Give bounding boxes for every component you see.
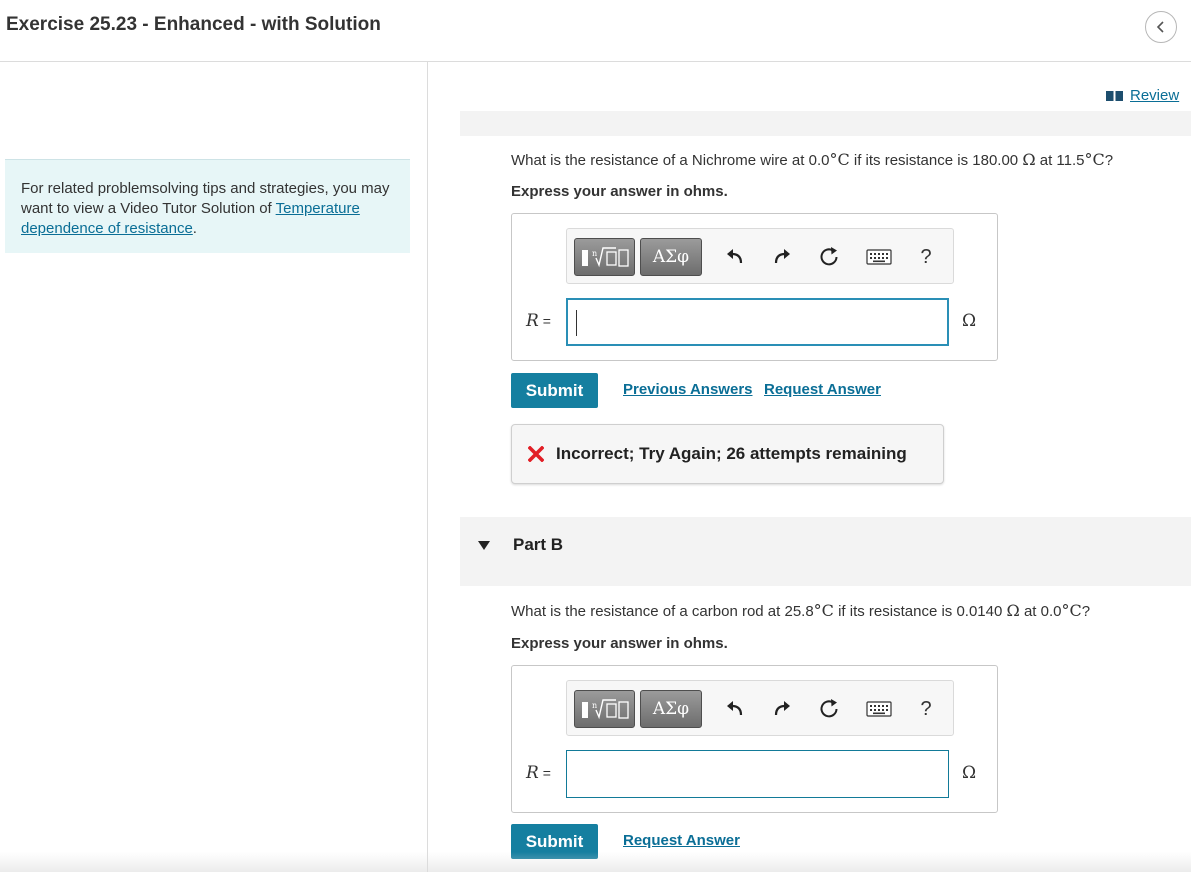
feedback-text: Incorrect; Try Again; 26 attempts remain… bbox=[556, 444, 907, 463]
review-label: Review bbox=[1130, 87, 1180, 104]
reset-button[interactable] bbox=[816, 696, 842, 722]
svg-text:n: n bbox=[592, 701, 597, 710]
math-toolbar: n ΑΣφ ? bbox=[566, 228, 954, 284]
reset-icon bbox=[820, 699, 838, 718]
keyboard-icon bbox=[866, 701, 892, 717]
undo-icon bbox=[727, 249, 743, 264]
book-icon bbox=[1106, 90, 1123, 101]
undo-button[interactable] bbox=[722, 696, 748, 722]
reset-button[interactable] bbox=[816, 244, 842, 270]
review-link[interactable]: Review bbox=[1106, 87, 1179, 104]
help-button[interactable]: ? bbox=[913, 244, 939, 270]
svg-text:n: n bbox=[592, 249, 597, 258]
tip-end: . bbox=[192, 220, 197, 237]
redo-icon bbox=[774, 249, 790, 264]
part-b-header[interactable] bbox=[460, 517, 1191, 586]
part-b-question: What is the resistance of a carbon rod a… bbox=[511, 601, 1091, 620]
keyboard-icon bbox=[866, 249, 892, 265]
text-caret bbox=[576, 310, 577, 336]
math-toolbar: n ΑΣφ ? bbox=[566, 680, 954, 736]
templates-icon: n bbox=[581, 247, 629, 268]
part-a-answer-input[interactable] bbox=[566, 298, 949, 346]
keyboard-button[interactable] bbox=[865, 244, 893, 270]
part-b-answer-box: n ΑΣφ ? R = Ω bbox=[511, 665, 998, 813]
part-a-header-band bbox=[460, 111, 1191, 136]
part-b-submit-button[interactable]: Submit bbox=[511, 824, 598, 859]
part-a-answer-box: n ΑΣφ ? R = Ω bbox=[511, 213, 998, 361]
keyboard-button[interactable] bbox=[865, 696, 893, 722]
part-a-question: What is the resistance of a Nichrome wir… bbox=[511, 150, 1114, 169]
previous-answers-link[interactable]: Previous Answers bbox=[623, 381, 753, 398]
templates-button[interactable]: n bbox=[574, 238, 635, 276]
undo-button[interactable] bbox=[722, 244, 748, 270]
part-b-title[interactable]: Part B bbox=[513, 535, 563, 555]
column-divider bbox=[427, 62, 428, 872]
unit-label: Ω bbox=[962, 311, 977, 331]
part-a-instructions: Express your answer in ohms. bbox=[511, 183, 728, 200]
request-answer-link[interactable]: Request Answer bbox=[623, 832, 740, 849]
feedback-message: Incorrect; Try Again; 26 attempts remain… bbox=[511, 424, 944, 484]
part-a-submit-button[interactable]: Submit bbox=[511, 373, 598, 408]
reset-icon bbox=[820, 247, 838, 266]
chevron-left-icon bbox=[1156, 21, 1164, 33]
unit-label: Ω bbox=[962, 763, 977, 783]
greek-symbols-button[interactable]: ΑΣφ bbox=[640, 238, 702, 276]
part-b-answer-input[interactable] bbox=[566, 750, 949, 798]
help-button[interactable]: ? bbox=[913, 696, 939, 722]
templates-icon: n bbox=[581, 699, 629, 720]
top-bar: Exercise 25.23 - Enhanced - with Solutio… bbox=[0, 0, 1191, 62]
variable-label: R = bbox=[526, 763, 551, 783]
back-button[interactable] bbox=[1145, 11, 1177, 43]
tip-box: For related problemsolving tips and stra… bbox=[5, 159, 410, 253]
redo-button[interactable] bbox=[769, 244, 795, 270]
templates-button[interactable]: n bbox=[574, 690, 635, 728]
caret-down-icon[interactable] bbox=[478, 541, 490, 551]
request-answer-link[interactable]: Request Answer bbox=[764, 381, 881, 398]
variable-label: R = bbox=[526, 311, 551, 331]
error-x-icon bbox=[528, 446, 544, 462]
part-b-instructions: Express your answer in ohms. bbox=[511, 635, 728, 652]
undo-icon bbox=[727, 701, 743, 716]
greek-symbols-button[interactable]: ΑΣφ bbox=[640, 690, 702, 728]
redo-button[interactable] bbox=[769, 696, 795, 722]
redo-icon bbox=[774, 701, 790, 716]
page-title: Exercise 25.23 - Enhanced - with Solutio… bbox=[6, 14, 381, 35]
